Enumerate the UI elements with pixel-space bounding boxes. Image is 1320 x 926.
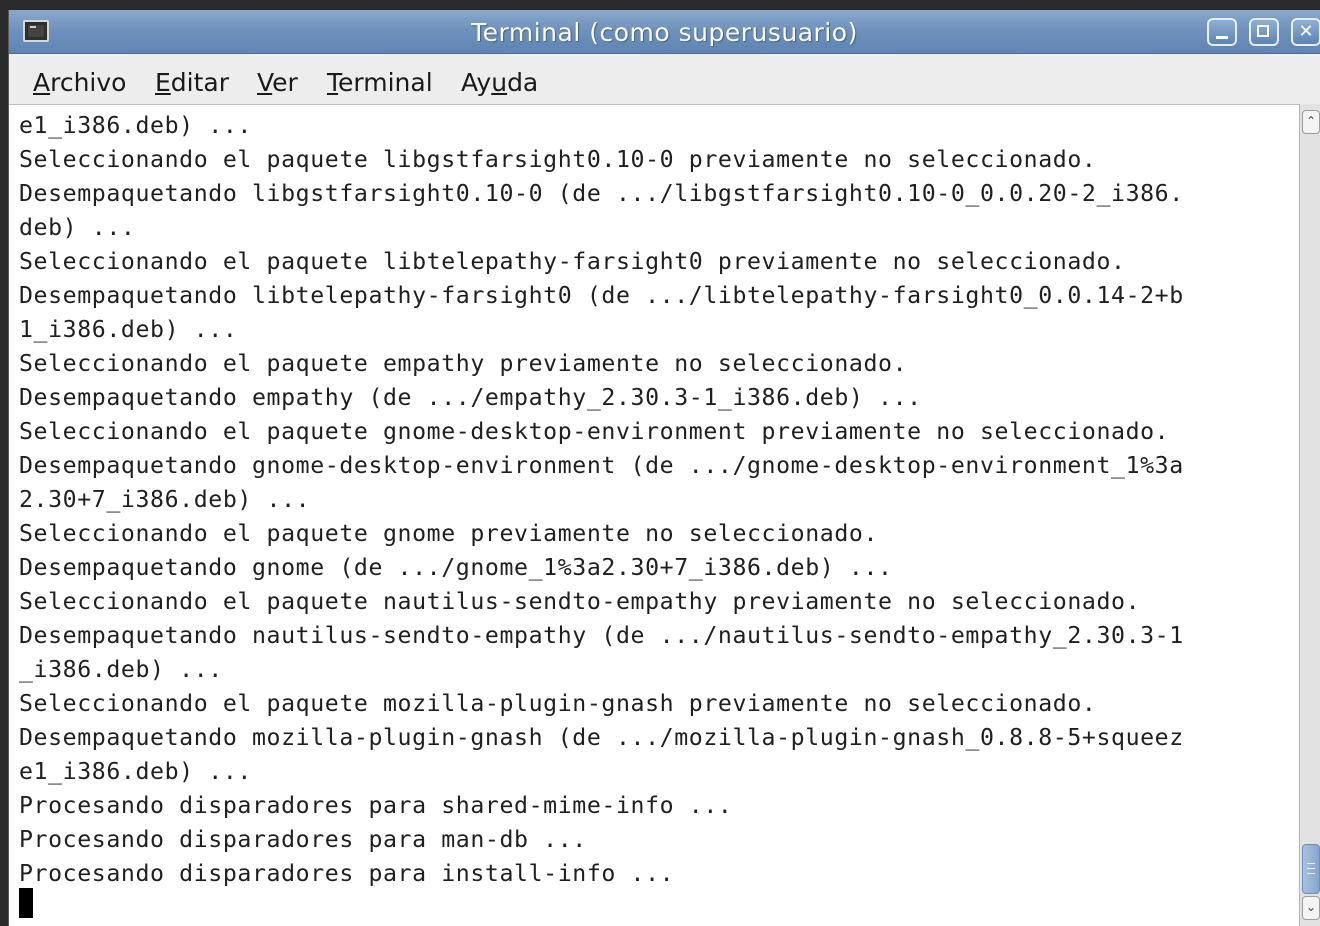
menu-terminal-label: erminal — [338, 68, 433, 97]
title-bar[interactable]: Terminal (como superusuario) ✕ — [9, 10, 1320, 54]
terminal-line: Seleccionando el paquete nautilus-sendto… — [19, 588, 1141, 615]
terminal-line: Desempaquetando mozilla-plugin-gnash (de… — [19, 724, 1184, 751]
text-cursor — [19, 888, 33, 918]
scroll-thumb[interactable] — [1302, 844, 1320, 894]
menu-terminal[interactable]: Terminal — [327, 68, 433, 97]
terminal-line: Desempaquetando gnome (de .../gnome_1%3a… — [19, 554, 893, 581]
terminal-line: Seleccionando el paquete gnome previamen… — [19, 520, 879, 547]
terminal-lines: e1_i386.deb) ... Seleccionando el paquete… — [19, 109, 1184, 891]
terminal-line: Procesando disparadores para shared-mime… — [19, 792, 733, 819]
menu-ver-mnemonic: V — [257, 68, 273, 97]
window-title: Terminal (como superusuario) — [471, 18, 858, 47]
minimize-icon — [1216, 36, 1228, 39]
terminal-line: Desempaquetando gnome-desktop-environmen… — [19, 452, 1184, 479]
menu-editar-label: ditar — [170, 68, 230, 97]
close-button[interactable]: ✕ — [1291, 18, 1320, 46]
terminal-line: deb) ... — [19, 214, 136, 241]
close-icon: ✕ — [1298, 21, 1314, 42]
chevron-down-icon: ⌄ — [1305, 900, 1317, 914]
terminal-line: Seleccionando el paquete libgstfarsight0… — [19, 146, 1097, 173]
grip-line — [1307, 863, 1315, 864]
chevron-up-icon: ⌃ — [1305, 114, 1317, 128]
menu-archivo[interactable]: Archivo — [33, 68, 126, 97]
menu-archivo-mnemonic: A — [33, 68, 51, 97]
menu-ayuda-mnemonic: u — [491, 68, 508, 97]
menu-editar[interactable]: Editar — [155, 68, 229, 97]
menu-ayuda-prefix: Ay — [461, 68, 492, 97]
terminal-line: Desempaquetando empathy (de .../empathy_… — [19, 384, 922, 411]
menu-ayuda-label: da — [507, 68, 539, 97]
terminal-line: e1_i386.deb) ... — [19, 112, 252, 139]
terminal-window: Terminal (como superusuario) ✕ Archivo E… — [8, 10, 1320, 926]
terminal-line: e1_i386.deb) ... — [19, 758, 252, 785]
terminal-line: _i386.deb) ... — [19, 656, 223, 683]
menu-ver[interactable]: Ver — [257, 68, 298, 97]
scroll-down-button[interactable]: ⌄ — [1302, 896, 1320, 920]
vertical-scrollbar[interactable]: ⌃ ⌄ — [1299, 104, 1320, 926]
scroll-up-button[interactable]: ⌃ — [1302, 110, 1320, 134]
terminal-line: Seleccionando el paquete empathy previam… — [19, 350, 908, 377]
terminal-line: Seleccionando el paquete mozilla-plugin-… — [19, 690, 1097, 717]
menu-bar: Archivo Editar Ver Terminal Ayuda — [9, 54, 1320, 105]
terminal-line: 1_i386.deb) ... — [19, 316, 238, 343]
terminal-line: Procesando disparadores para install-inf… — [19, 860, 675, 887]
terminal-line: Desempaquetando libgstfarsight0.10-0 (de… — [19, 180, 1184, 207]
terminal-line: Desempaquetando libtelepathy-farsight0 (… — [19, 282, 1184, 309]
menu-editar-mnemonic: E — [155, 68, 171, 97]
terminal-line: Desempaquetando nautilus-sendto-empathy … — [19, 622, 1184, 649]
terminal-line: 2.30+7_i386.deb) ... — [19, 486, 311, 513]
menu-archivo-label: rchivo — [50, 68, 127, 97]
maximize-icon — [1257, 25, 1269, 37]
terminal-line: Seleccionando el paquete libtelepathy-fa… — [19, 248, 1126, 275]
terminal-output[interactable]: e1_i386.deb) ... Seleccionando el paquete… — [9, 104, 1299, 926]
grip-line — [1307, 873, 1315, 874]
menu-ver-label: er — [272, 68, 298, 97]
grip-line — [1307, 868, 1315, 869]
menu-terminal-mnemonic: T — [327, 68, 339, 97]
minimize-button[interactable] — [1207, 18, 1237, 46]
maximize-button[interactable] — [1249, 18, 1279, 46]
menu-ayuda[interactable]: Ayuda — [461, 68, 538, 97]
terminal-line: Procesando disparadores para man-db ... — [19, 826, 587, 853]
terminal-line: Seleccionando el paquete gnome-desktop-e… — [19, 418, 1170, 445]
